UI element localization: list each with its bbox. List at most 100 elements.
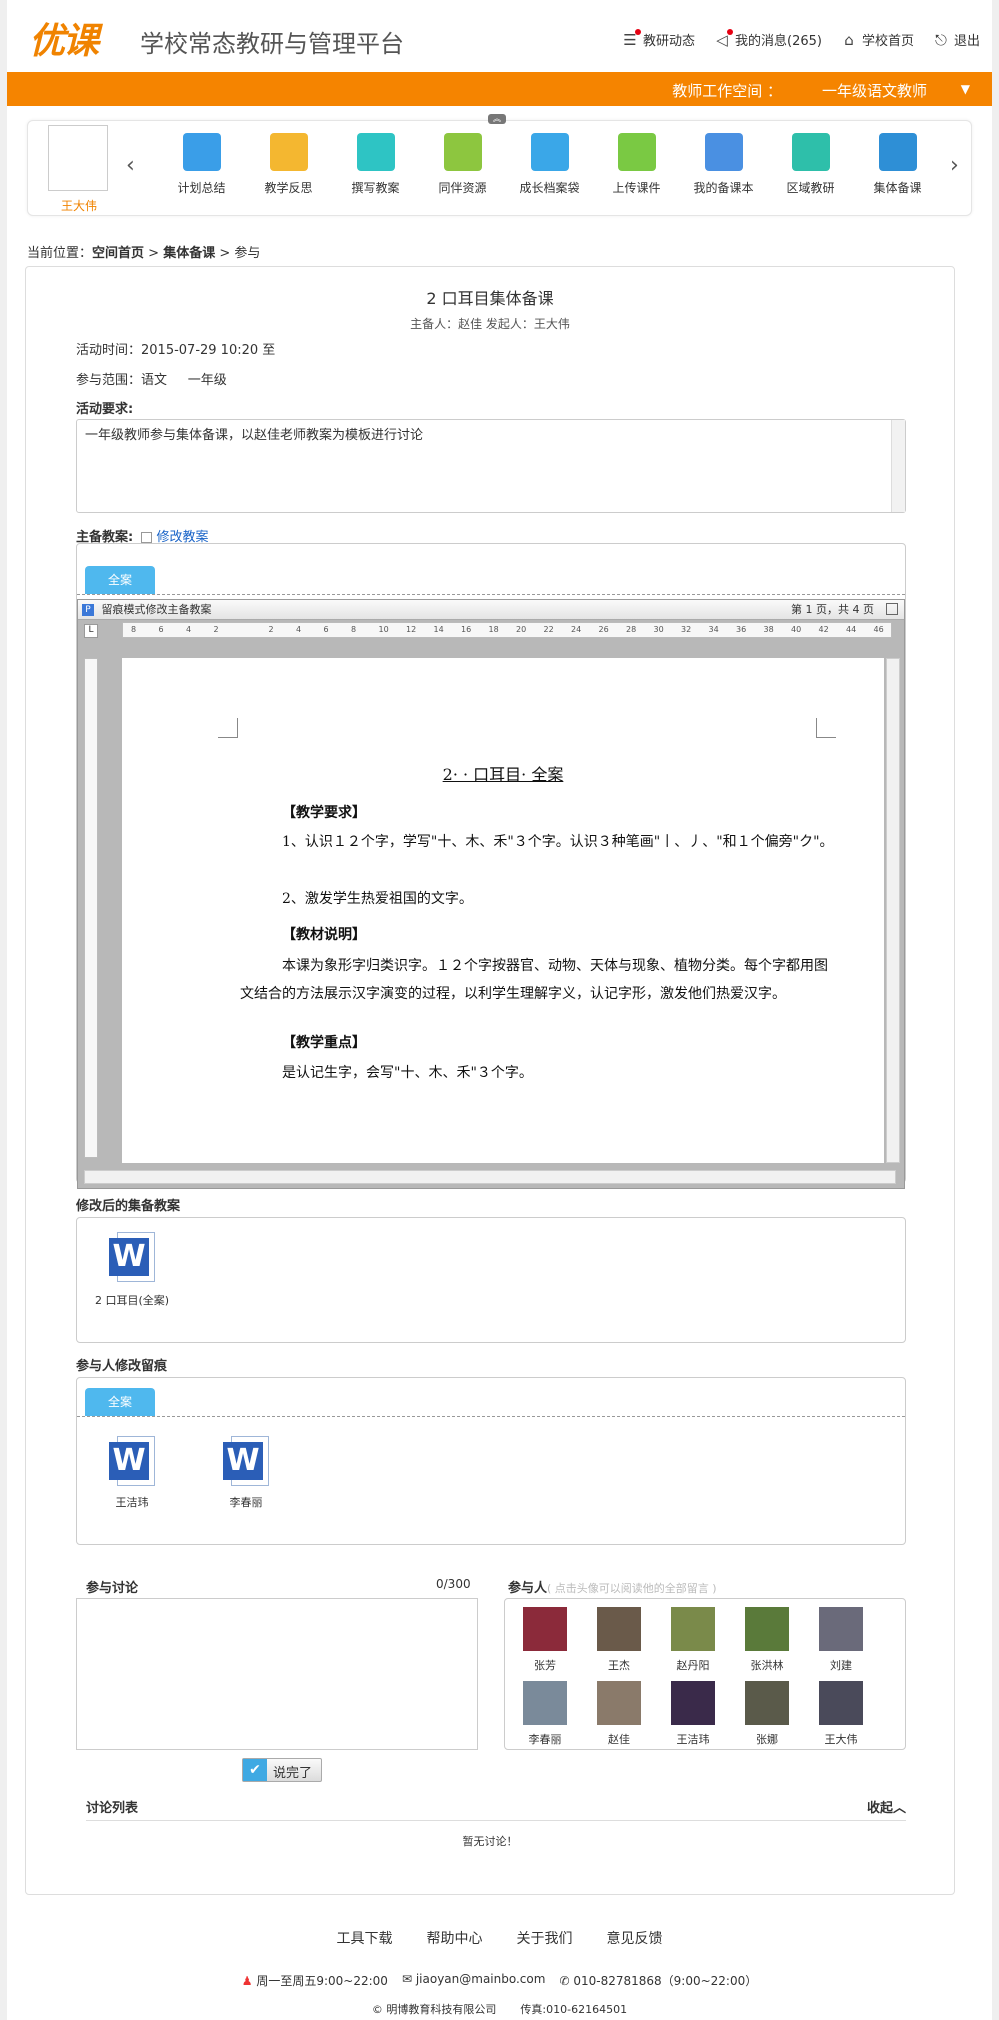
tool-icon [791, 133, 830, 171]
participant[interactable]: 王杰 [589, 1607, 649, 1673]
breadcrumb-section[interactable]: 集体备课 [163, 246, 215, 261]
logo[interactable]: 优课 [29, 12, 99, 64]
participant-avatar[interactable] [597, 1681, 641, 1725]
ruler-tick: 8 [351, 625, 357, 634]
edit-checkbox[interactable] [141, 532, 153, 543]
plan-box: 全案 P 留痕模式修改主备教案 第 1 页，共 4 页 L 8 6 4 2 2 4 6 8 10… [76, 543, 906, 1189]
doc-section-1: 【教学要求】 [282, 805, 366, 821]
participant[interactable]: 王大伟 [811, 1681, 871, 1747]
user-name[interactable]: 王大伟 [54, 197, 104, 214]
participant[interactable]: 张芳 [515, 1607, 575, 1673]
participant-avatar[interactable] [597, 1607, 641, 1651]
collapse-toggle-icon[interactable]: ︽ [488, 114, 506, 124]
participant-name: 刘建 [830, 1659, 852, 1672]
doc-heading: 2· · 口耳目· 全案 [442, 765, 564, 784]
tool-label: 同伴资源 [438, 181, 487, 195]
participant-avatar[interactable] [819, 1607, 863, 1651]
participant-avatar[interactable] [523, 1607, 567, 1651]
participant-name: 王洁玮 [676, 1733, 710, 1746]
mail-icon: ✉ [401, 1972, 412, 1986]
word-icon: W [109, 1232, 155, 1282]
discussion-input[interactable] [76, 1598, 478, 1750]
document-page[interactable]: 2· · 口耳目· 全案 【教学要求】 1、认识１２个字，学写"十、木、禾"３个… [122, 658, 884, 1163]
tool-item[interactable]: 教学反思 [245, 133, 332, 196]
copyright-row: © 明博教育科技有限公司 传真:010-62164501 [7, 2001, 992, 2017]
doc-paragraph-4: 是认记生字，会写"十、木、禾"３个字。 [282, 1065, 533, 1081]
participant-avatar[interactable] [671, 1681, 715, 1725]
nav-messages[interactable]: ◁ 我的消息(265) [713, 28, 822, 49]
ruler-tick: 40 [791, 625, 802, 634]
activity-meta: 主备人：赵佳 发起人：王大伟 [410, 317, 570, 331]
scrollbar[interactable] [891, 420, 905, 512]
participant-avatar[interactable] [819, 1681, 863, 1725]
tool-item[interactable]: 撰写教案 [332, 133, 419, 196]
footer-link[interactable]: 帮助中心 [427, 1928, 483, 1948]
logout-icon: ⎋ [935, 30, 947, 49]
tool-bar: ︽ 王大伟 ‹ 计划总结 教学反思 撰写教案 同伴资源 成长档案袋 上传课件 我的备课本 区域… [27, 114, 972, 216]
copyright: © 明博教育科技有限公司 [371, 2003, 497, 2016]
chevron-right-icon[interactable]: › [950, 153, 959, 178]
expand-icon[interactable] [886, 603, 898, 615]
tool-label: 计划总结 [177, 181, 226, 195]
tab-stop-icon[interactable]: L [84, 624, 98, 638]
nav-logout[interactable]: ⎋ 退出 [932, 30, 980, 50]
ruler-tick: 38 [763, 625, 774, 634]
workspace-select[interactable]: 一年级语文教师 [822, 80, 927, 101]
footer-link[interactable]: 意见反馈 [607, 1928, 663, 1948]
participant-avatar[interactable] [745, 1681, 789, 1725]
participant[interactable]: 刘建 [811, 1607, 871, 1673]
doc-vertical-scrollbar[interactable] [886, 658, 900, 1163]
doc-horizontal-scrollbar[interactable] [84, 1170, 896, 1184]
revised-box: W 2 口耳目(全案) [76, 1217, 906, 1343]
participant[interactable]: 李春丽 [515, 1681, 575, 1747]
word-file[interactable]: W 王洁玮 [87, 1436, 177, 1510]
participant[interactable]: 张娜 [737, 1681, 797, 1747]
nav-school-home[interactable]: ⌂ 学校首页 [840, 30, 914, 50]
nav-research-news[interactable]: ☰ 教研动态 [621, 28, 695, 49]
list-icon: ☰ [621, 28, 641, 49]
ruler-tick: 4 [296, 625, 302, 634]
participant-name: 张芳 [534, 1659, 556, 1672]
scope-grade: 一年级 [187, 373, 227, 388]
word-file[interactable]: W 2 口耳目(全案) [87, 1232, 177, 1308]
empty-discussion: 暂无讨论！ [462, 1835, 518, 1848]
divider [77, 594, 905, 595]
tab-full-plan[interactable]: 全案 [85, 566, 155, 594]
footer-link[interactable]: 工具下载 [337, 1928, 393, 1948]
tool-item[interactable]: 同伴资源 [419, 133, 506, 196]
submit-button[interactable]: ✔ 说完了 [242, 1758, 322, 1782]
tool-item[interactable]: 区域教研 [767, 133, 854, 196]
breadcrumb-home[interactable]: 空间首页 [92, 246, 144, 261]
word-file[interactable]: W 李春丽 [201, 1436, 291, 1510]
tool-item[interactable]: 成长档案袋 [506, 133, 593, 196]
tool-item[interactable]: 计划总结 [158, 133, 245, 196]
tool-label: 成长档案袋 [519, 181, 580, 195]
phone-icon: ✆ [559, 1974, 570, 1988]
activity-scope: 参与范围：语文 一年级 [76, 369, 227, 388]
footer-link[interactable]: 关于我们 [517, 1928, 573, 1948]
tab-full-plan[interactable]: 全案 [85, 1388, 155, 1416]
participant-avatar[interactable] [671, 1607, 715, 1651]
participant[interactable]: 赵佳 [589, 1681, 649, 1747]
tool-label: 上传课件 [612, 181, 661, 195]
doc-section-3: 【教学重点】 [282, 1035, 366, 1051]
tool-item[interactable]: 我的备课本 [680, 133, 767, 196]
participant[interactable]: 王洁玮 [663, 1681, 723, 1747]
collapse-button[interactable]: 收起︿ [867, 1797, 906, 1816]
requirement-textarea[interactable]: 一年级教师参与集体备课，以赵佳老师教案为模板进行讨论 [76, 419, 906, 513]
participant[interactable]: 张洪林 [737, 1607, 797, 1673]
chevron-left-icon[interactable]: ‹ [126, 153, 135, 178]
activity-time: 活动时间：2015-07-29 10:20 至 [76, 343, 276, 358]
page: 优课 学校常态教研与管理平台 ☰ 教研动态 ◁ 我的消息(265) ⌂ 学校首页… [7, 0, 992, 2020]
tool-label: 我的备课本 [693, 181, 754, 195]
main-panel: 2 口耳目集体备课 主备人：赵佳 发起人：王大伟 活动时间：2015-07-29… [25, 266, 955, 1895]
footer: 工具下载 帮助中心 关于我们 意见反馈 ♟ 周一至周五9:00~22:00 ✉ jia… [7, 1910, 992, 2017]
chevron-down-icon[interactable]: ▼ [961, 82, 970, 96]
participant-avatar[interactable] [523, 1681, 567, 1725]
participant-avatar[interactable] [745, 1607, 789, 1651]
tool-icon [617, 133, 656, 171]
participant[interactable]: 赵丹阳 [663, 1607, 723, 1673]
user-avatar[interactable] [48, 125, 108, 191]
tool-item[interactable]: 上传课件 [593, 133, 680, 196]
tool-item[interactable]: 集体备课 [854, 133, 941, 196]
